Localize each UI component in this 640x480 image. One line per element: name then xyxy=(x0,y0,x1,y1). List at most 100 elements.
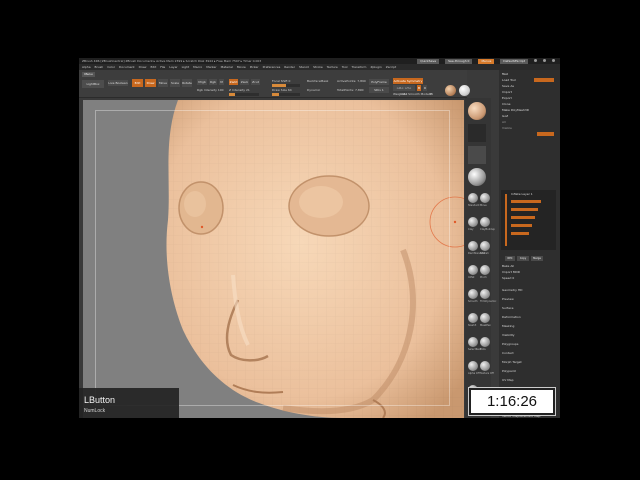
menu-draw[interactable]: Draw xyxy=(139,65,147,69)
focal-shift-label[interactable]: Focal Shift 0 xyxy=(272,79,290,83)
tool-subpalette-masking[interactable]: Masking xyxy=(502,324,514,328)
menu-zscript[interactable]: Zscript xyxy=(386,65,396,69)
brush-hpolish-icon[interactable] xyxy=(480,241,490,251)
menu-stroke[interactable]: Stroke xyxy=(313,65,323,69)
menu-render[interactable]: Render xyxy=(284,65,295,69)
menu-alpha[interactable]: Alpha xyxy=(82,65,91,69)
tool-subpalette-polygroups[interactable]: Polygroups xyxy=(502,342,518,346)
layer-slider-fill[interactable] xyxy=(511,216,535,219)
canvas-viewport[interactable] xyxy=(83,100,464,418)
menu-preferences[interactable]: Preferences xyxy=(263,65,281,69)
menu-tab[interactable]: Menu xyxy=(82,72,95,77)
m-symmetry-button[interactable]: M xyxy=(417,85,421,91)
menu-movie[interactable]: Movie xyxy=(237,65,246,69)
rgb-intensity-label[interactable]: Rgb Intensity 100 xyxy=(197,88,224,92)
radial-count-label[interactable]: R5 xyxy=(429,92,433,96)
brush-trimdynamic-icon[interactable] xyxy=(480,289,490,299)
zadd-button[interactable]: Zadd xyxy=(229,79,238,85)
material-preview-icon[interactable] xyxy=(468,168,486,186)
bake-all-button[interactable]: Bake All xyxy=(502,264,514,268)
menu-light[interactable]: Light xyxy=(182,65,190,69)
m-button[interactable]: M xyxy=(219,79,224,85)
tool-subpalette-geometry-hd[interactable]: Geometry HD xyxy=(502,288,522,292)
material-sphere-icon[interactable] xyxy=(445,85,456,96)
menu-macro[interactable]: Macro xyxy=(193,65,202,69)
brush-damstandard-icon[interactable] xyxy=(468,241,478,251)
brush-slash3-icon[interactable] xyxy=(468,313,478,323)
menu-color[interactable]: Color xyxy=(107,65,115,69)
xyz-symmetry-toggles[interactable]: >X< >Y< >Z< xyxy=(393,85,415,96)
weighted-smooth-label[interactable]: Weighted Smooth Mode 0 xyxy=(393,92,432,96)
brush-selectrect-icon[interactable] xyxy=(468,337,478,347)
tool-row-all[interactable]: All xyxy=(502,120,506,124)
help-icon[interactable] xyxy=(534,58,537,62)
menu-zplugin[interactable]: Zplugin xyxy=(370,65,381,69)
tool-row-goz[interactable]: GoZ xyxy=(502,114,508,118)
stroke-preview-icon[interactable] xyxy=(468,124,486,142)
tool-row-visible[interactable]: Visible xyxy=(502,126,512,130)
focal-shift-slider[interactable] xyxy=(272,84,300,87)
dynamic-toggle[interactable]: Dynamic xyxy=(307,88,320,92)
brush-dots-icon[interactable] xyxy=(480,337,490,347)
color-swatch-icon[interactable] xyxy=(459,85,470,96)
tool-row-export[interactable]: Export xyxy=(502,96,512,100)
draw-size-label[interactable]: Draw Size 64 xyxy=(272,88,292,92)
zcut-button[interactable]: Zcut xyxy=(251,79,260,85)
brush-standard-icon[interactable] xyxy=(468,193,478,203)
menu-brush[interactable]: Brush xyxy=(95,65,104,69)
tool-row-save-as[interactable]: Save As xyxy=(502,84,514,88)
zsub-button[interactable]: Zsub xyxy=(240,79,249,85)
quicksave-button[interactable]: QuickSave xyxy=(417,58,440,64)
tool-row-make-polymesh3d[interactable]: Make PolyMesh3D xyxy=(502,108,529,112)
move-button[interactable]: Move xyxy=(158,79,168,87)
brush-preview-icon[interactable] xyxy=(468,102,486,120)
menu-transform[interactable]: Transform xyxy=(352,65,367,69)
live-boolean-button[interactable]: Live Boolean xyxy=(108,80,128,86)
copy-button[interactable]: Copy xyxy=(517,256,529,261)
rgb-button[interactable]: Rgb xyxy=(209,79,217,85)
z-intensity-label[interactable]: Z Intensity 21 xyxy=(229,88,250,92)
brush-clay-icon[interactable] xyxy=(468,217,478,227)
lightbox-button[interactable]: LightBox xyxy=(82,80,104,88)
layer-slider-fill[interactable] xyxy=(511,200,541,203)
tool-row-load-tool[interactable]: Load Tool xyxy=(502,78,516,82)
rotate-button[interactable]: Rotate xyxy=(182,79,192,87)
menu-picker[interactable]: Picker xyxy=(250,65,259,69)
speed-slider[interactable]: Speed 0 xyxy=(502,276,514,280)
import-mdd-button[interactable]: Import MDD xyxy=(502,270,520,274)
brush-claybuildup-icon[interactable] xyxy=(480,217,490,227)
brush-move-icon[interactable] xyxy=(480,193,490,203)
activate-symmetry-button[interactable]: Activate Symmetry xyxy=(393,78,423,84)
edit-button[interactable]: Edit xyxy=(132,79,143,87)
brush-smooth-icon[interactable] xyxy=(468,289,478,299)
scale-button[interactable]: Scale xyxy=(170,79,180,87)
layer-slider-fill[interactable] xyxy=(511,208,538,211)
minimize-icon[interactable] xyxy=(543,58,546,62)
menu-texture[interactable]: Texture xyxy=(327,65,338,69)
menu-stencil[interactable]: Stencil xyxy=(299,65,309,69)
tool-subpalette-polypaint[interactable]: Polypaint xyxy=(502,369,516,373)
draw-button[interactable]: Draw xyxy=(145,79,156,87)
brush-inflat-icon[interactable] xyxy=(468,265,478,275)
menu-layer[interactable]: Layer xyxy=(169,65,177,69)
layer-slider-fill[interactable] xyxy=(511,232,529,235)
tool-subpalette-uv-map[interactable]: UV Map xyxy=(502,378,514,382)
rec-button[interactable]: REC xyxy=(505,256,515,261)
tray-header[interactable]: Tool xyxy=(502,72,508,76)
alpha-preview-icon[interactable] xyxy=(468,146,486,164)
merge-button[interactable]: Merge xyxy=(531,256,543,261)
tool-subpalette-preview[interactable]: Preview xyxy=(502,297,514,301)
radial-symmetry-button[interactable]: R xyxy=(423,85,427,91)
menu-file[interactable]: File xyxy=(160,65,165,69)
brush-maskpen-icon[interactable] xyxy=(480,313,490,323)
brush-pinch-icon[interactable] xyxy=(480,265,490,275)
polyframe-button[interactable]: PolyFrame xyxy=(369,79,389,85)
see-through-slider[interactable]: See-through 0 xyxy=(445,58,473,64)
z-intensity-slider[interactable] xyxy=(229,93,259,96)
menu-tool[interactable]: Tool xyxy=(342,65,348,69)
sdiv-slider[interactable]: SDiv 1 xyxy=(369,87,389,93)
tool-subpalette-deformation[interactable]: Deformation xyxy=(502,315,521,319)
tool-row-clone[interactable]: Clone xyxy=(502,102,511,106)
draw-size-slider[interactable] xyxy=(272,93,300,96)
default-zscript-button[interactable]: DefaultZScript xyxy=(500,58,528,64)
